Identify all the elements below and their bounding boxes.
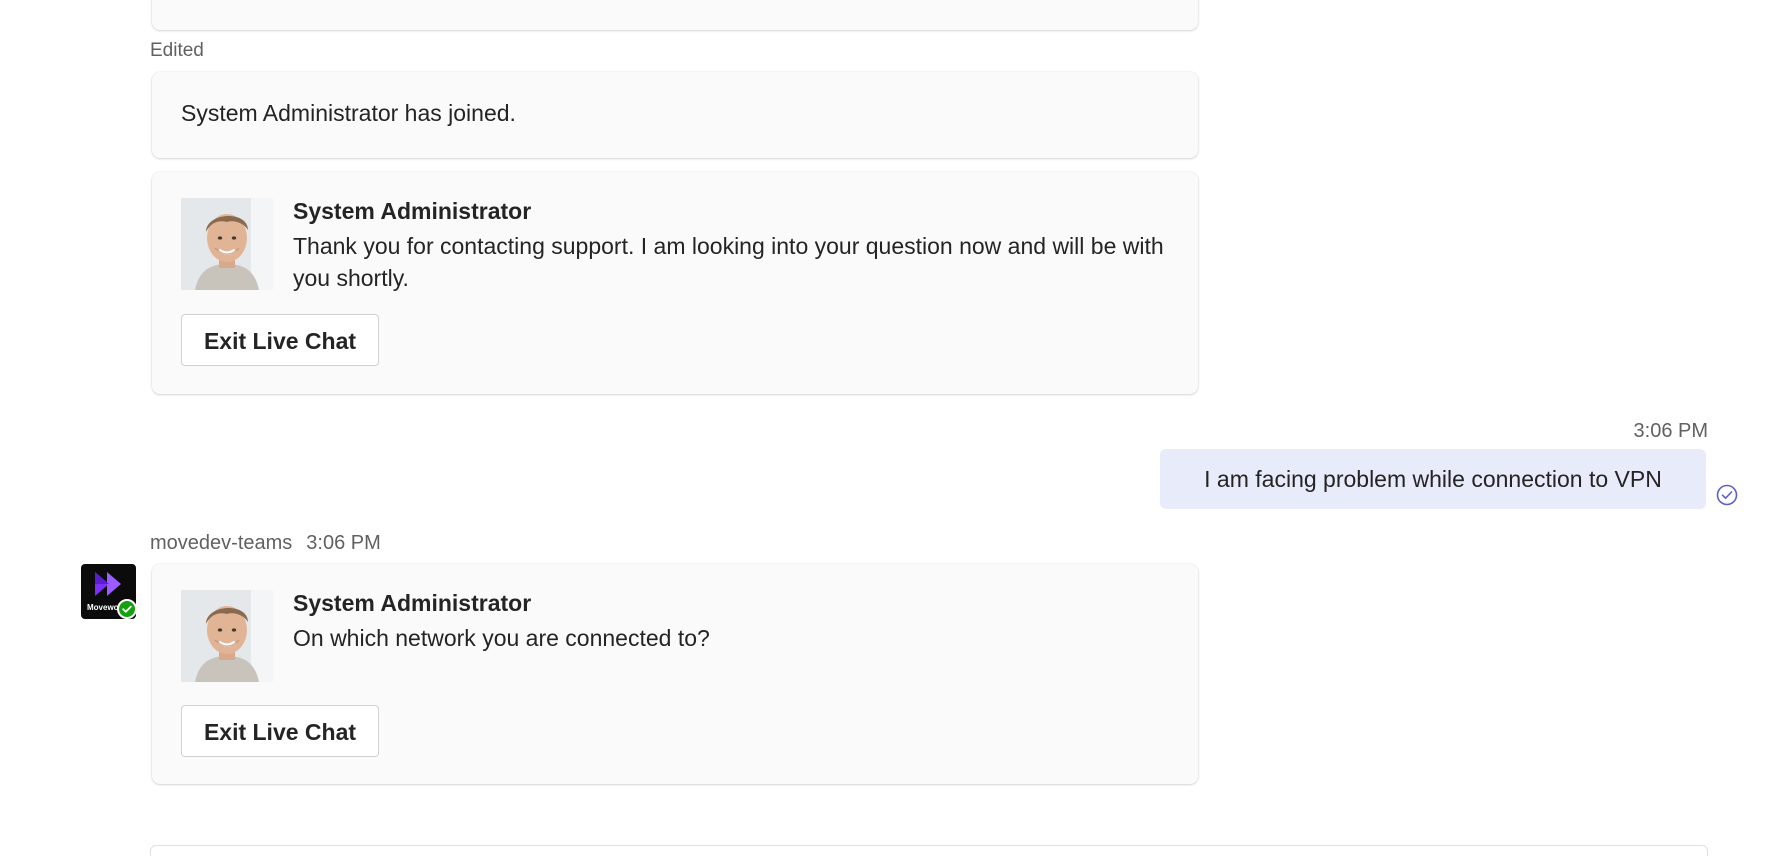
agent-profile-photo: [181, 198, 273, 290]
previous-message-card: [152, 0, 1198, 30]
agent-message-card: System Administrator Thank you for conta…: [152, 172, 1198, 394]
edited-label: Edited: [150, 40, 204, 61]
chat-conversation: Edited System Administrator has joined. …: [0, 0, 1784, 856]
outgoing-timestamp: 3:06 PM: [1633, 420, 1708, 442]
bot-sender-name: movedev-teams: [150, 532, 293, 554]
forward-arrows-logo-icon: [95, 572, 121, 596]
exit-live-chat-button[interactable]: Exit Live Chat: [181, 314, 379, 366]
app-avatar-label: Movewo: [87, 603, 119, 612]
message-text: On which network you are connected to?: [293, 625, 710, 651]
bot-message-meta: movedev-teams 3:06 PM: [150, 532, 381, 555]
sender-name: System Administrator: [293, 590, 532, 616]
outgoing-message-bubble: I am facing problem while connection to …: [1160, 449, 1706, 509]
bot-message-timestamp: 3:06 PM: [306, 532, 381, 554]
sender-name: System Administrator: [293, 198, 532, 224]
read-check-icon: [1716, 484, 1738, 506]
agent-profile-photo: [181, 590, 273, 682]
next-message-card: [150, 845, 1708, 856]
joined-message-text: System Administrator has joined.: [181, 100, 516, 126]
joined-message-card: System Administrator has joined.: [152, 72, 1198, 158]
exit-live-chat-button[interactable]: Exit Live Chat: [181, 705, 379, 757]
presence-available-icon: [117, 599, 137, 619]
agent-message-card: System Administrator On which network yo…: [152, 564, 1198, 784]
message-text: Thank you for contacting support. I am l…: [293, 233, 1164, 291]
